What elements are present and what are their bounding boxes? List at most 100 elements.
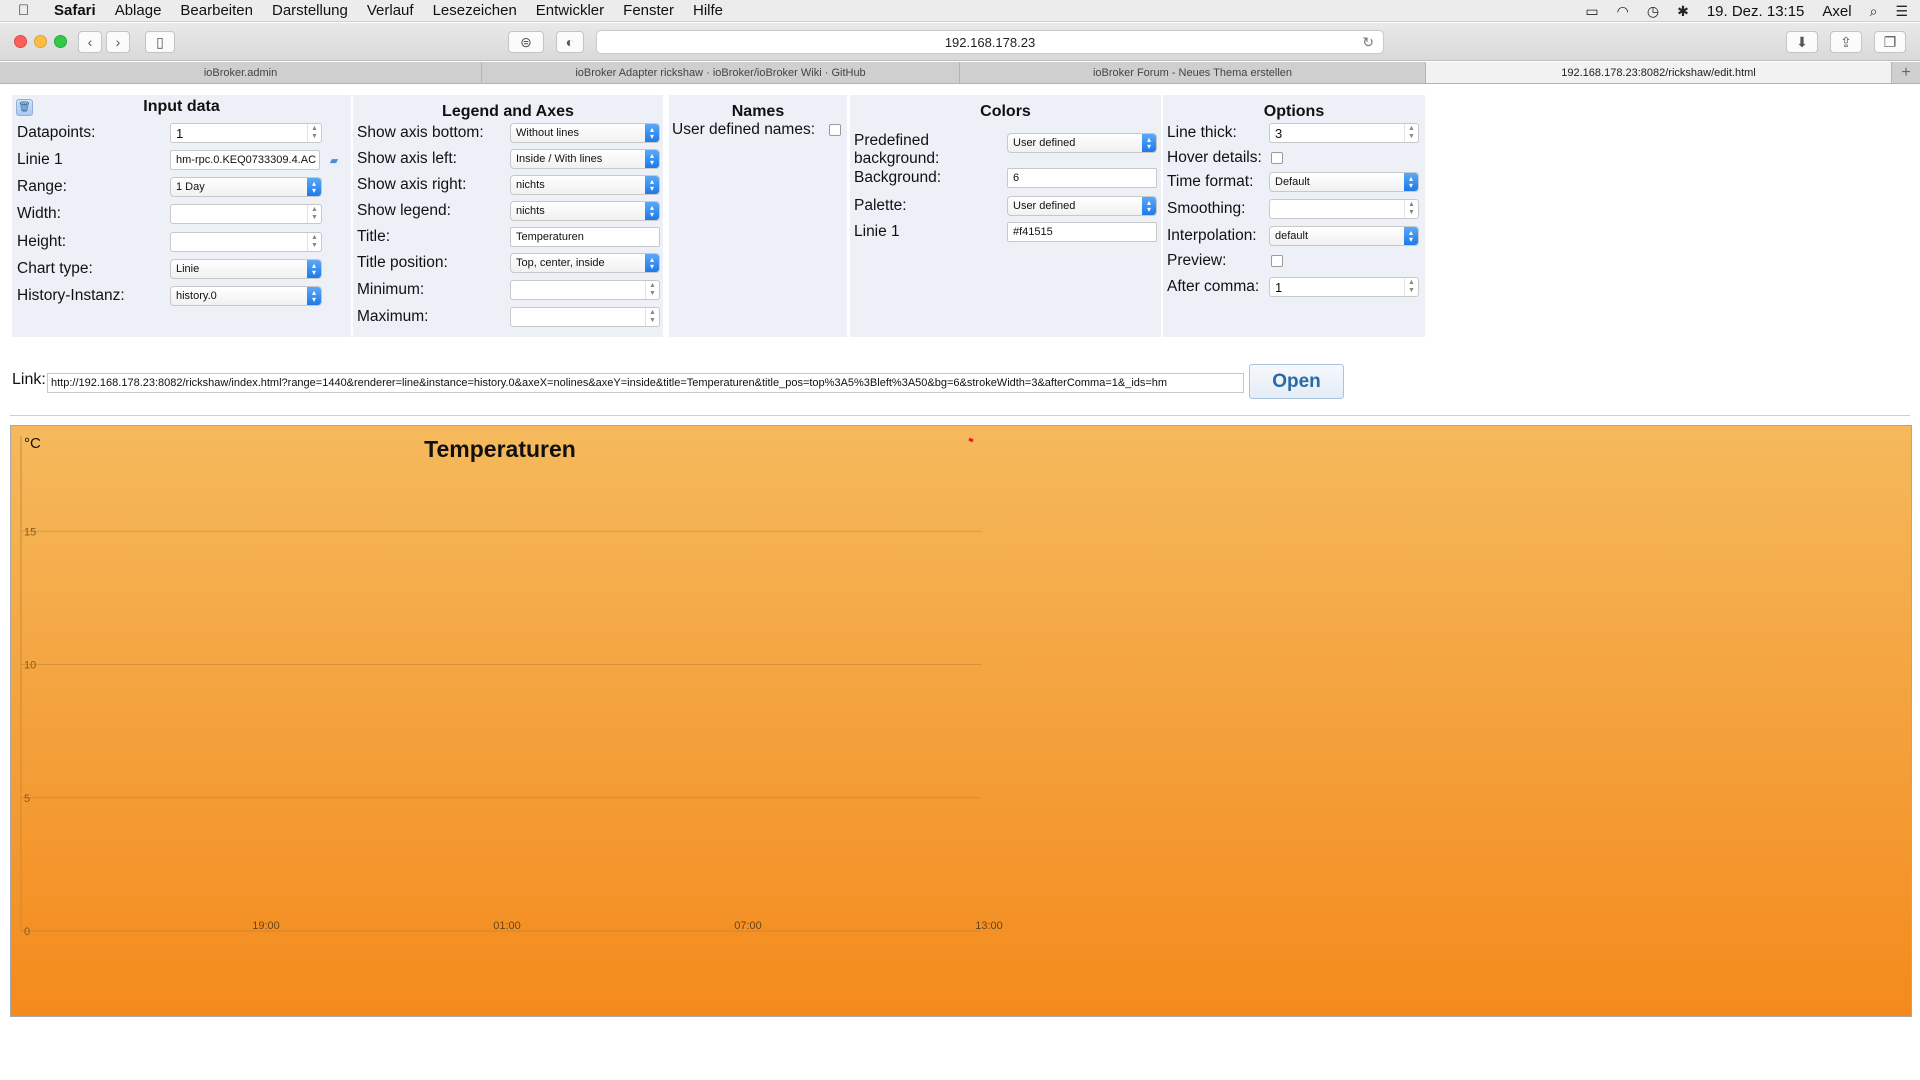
menu-user[interactable]: Axel: [1822, 3, 1851, 20]
height-input[interactable]: ▲ ▼: [170, 232, 322, 252]
open-button[interactable]: Open: [1249, 364, 1344, 399]
tab-github-wiki[interactable]: ioBroker Adapter rickshaw · ioBroker/ioB…: [482, 62, 960, 83]
menu-lesezeichen[interactable]: Lesezeichen: [433, 2, 517, 19]
menu-verlauf[interactable]: Verlauf: [367, 2, 414, 19]
datapoints-label: Datapoints:: [17, 124, 96, 141]
stepper-icon[interactable]: ▲ ▼: [645, 281, 659, 299]
menu-bearbeiten[interactable]: Bearbeiten: [180, 2, 253, 19]
title-input[interactable]: Temperaturen: [510, 227, 660, 247]
time-format-value: Default: [1275, 176, 1310, 188]
chevron-updown-icon: ▴ ▾: [645, 176, 659, 194]
predefined-value: User defined: [1013, 137, 1076, 149]
background-value: 6: [1013, 172, 1020, 184]
predefined-background-select[interactable]: User defined ▴ ▾: [1007, 133, 1157, 153]
chevron-updown-icon: ▴ ▾: [645, 150, 659, 168]
history-select[interactable]: history.0 ▴ ▾: [170, 286, 322, 306]
title-label: Title:: [357, 228, 391, 245]
minimum-input[interactable]: ▲ ▼: [510, 280, 660, 300]
preview-label: Preview:: [1167, 252, 1227, 269]
stepper-icon[interactable]: ▲ ▼: [307, 205, 321, 223]
privacy-button[interactable]: ◐: [556, 31, 584, 53]
x-tick-label: 01:00: [493, 920, 521, 932]
tab-iobroker-admin[interactable]: ioBroker.admin: [0, 62, 482, 83]
y-tick-label: 10: [24, 660, 36, 672]
plus-icon: +: [1901, 63, 1911, 81]
close-window-button[interactable]: [14, 35, 27, 48]
after-comma-input[interactable]: 1 ▲ ▼: [1269, 277, 1419, 297]
maximum-input[interactable]: ▲ ▼: [510, 307, 660, 327]
interpolation-select[interactable]: default ▴ ▾: [1269, 226, 1419, 246]
stepper-icon[interactable]: ▲ ▼: [1404, 278, 1418, 296]
stepper-icon[interactable]: ▲ ▼: [645, 308, 659, 326]
address-bar[interactable]: 192.168.178.23 ↻: [596, 30, 1384, 54]
stepper-icon[interactable]: ▲ ▼: [1404, 200, 1418, 218]
reload-icon[interactable]: ↻: [1362, 34, 1374, 51]
bluetooth-icon[interactable]: ✱: [1677, 3, 1689, 20]
downloads-button[interactable]: ⬇: [1786, 31, 1818, 53]
chevron-updown-icon: ▴ ▾: [307, 178, 321, 196]
background-input[interactable]: 6: [1007, 168, 1157, 188]
zoom-window-button[interactable]: [54, 35, 67, 48]
wifi-icon[interactable]: ◠: [1617, 3, 1629, 20]
y-unit-label: °C: [24, 435, 41, 452]
user-defined-names-checkbox[interactable]: [829, 124, 841, 136]
width-input[interactable]: ▲ ▼: [170, 204, 322, 224]
menu-ablage[interactable]: Ablage: [115, 2, 162, 19]
menu-entwickler[interactable]: Entwickler: [536, 2, 604, 19]
smoothing-input[interactable]: ▲ ▼: [1269, 199, 1419, 219]
share-button[interactable]: ⇪: [1830, 31, 1862, 53]
forward-button[interactable]: ›: [106, 31, 130, 53]
back-button[interactable]: ‹: [78, 31, 102, 53]
datapoints-input[interactable]: 1 ▲ ▼: [170, 123, 322, 143]
trash-button[interactable]: 🗑: [16, 99, 33, 116]
axis-left-select[interactable]: Inside / With lines ▴ ▾: [510, 149, 660, 169]
legend-select[interactable]: nichts ▴ ▾: [510, 201, 660, 221]
menu-hilfe[interactable]: Hilfe: [693, 2, 723, 19]
hover-details-checkbox[interactable]: [1271, 152, 1283, 164]
axis-left-label: Show axis left:: [357, 150, 457, 167]
spotlight-icon[interactable]: ⌕: [1870, 3, 1878, 20]
airplay-icon[interactable]: ▭: [1585, 3, 1598, 20]
menu-darstellung[interactable]: Darstellung: [272, 2, 348, 19]
notification-center-icon[interactable]: ☰: [1895, 3, 1908, 20]
chevron-updown-icon: ▴ ▾: [1142, 134, 1156, 152]
title-pos-select[interactable]: Top, center, inside ▴ ▾: [510, 253, 660, 273]
folder-icon[interactable]: ▰: [324, 152, 344, 168]
palette-select[interactable]: User defined ▴ ▾: [1007, 196, 1157, 216]
stepper-icon[interactable]: ▲ ▼: [307, 233, 321, 251]
menu-fenster[interactable]: Fenster: [623, 2, 674, 19]
new-tab-button[interactable]: +: [1892, 62, 1920, 83]
names-panel: Names User defined names:: [669, 95, 847, 337]
stepper-icon[interactable]: ▲ ▼: [307, 124, 321, 142]
preview-checkbox[interactable]: [1271, 255, 1283, 267]
apple-icon[interactable]: : [18, 2, 36, 19]
color-linie1-input[interactable]: #f41515: [1007, 222, 1157, 242]
line-thick-input[interactable]: 3 ▲ ▼: [1269, 123, 1419, 143]
range-select[interactable]: 1 Day ▴ ▾: [170, 177, 322, 197]
chevron-updown-icon: ▴ ▾: [307, 287, 321, 305]
menu-datetime[interactable]: 19. Dez. 13:15: [1707, 3, 1805, 20]
time-machine-icon[interactable]: ◷: [1647, 3, 1659, 20]
tab-rickshaw-edit[interactable]: 192.168.178.23:8082/rickshaw/edit.html: [1426, 62, 1892, 83]
palette-value: User defined: [1013, 200, 1076, 212]
tabs-icon: ❐: [1883, 33, 1897, 50]
address-text: 192.168.178.23: [944, 34, 1036, 50]
time-format-select[interactable]: Default ▴ ▾: [1269, 172, 1419, 192]
axis-right-select[interactable]: nichts ▴ ▾: [510, 175, 660, 195]
trash-icon: 🗑: [18, 102, 31, 113]
link-input[interactable]: http://192.168.178.23:8082/rickshaw/inde…: [47, 373, 1244, 393]
reader-button[interactable]: ⊜: [508, 31, 544, 53]
charttype-select[interactable]: Linie ▴ ▾: [170, 259, 322, 279]
tabs-overview-button[interactable]: ❐: [1874, 31, 1906, 53]
axis-bottom-select[interactable]: Without lines ▴ ▾: [510, 123, 660, 143]
download-icon: ⬇: [1796, 33, 1808, 50]
link-row: Link:: [12, 371, 46, 389]
tab-forum[interactable]: ioBroker Forum - Neues Thema erstellen: [960, 62, 1426, 83]
legend-axes-panel: Legend and Axes Show axis bottom: Withou…: [353, 95, 663, 337]
linie1-input[interactable]: hm-rpc.0.KEQ0733309.4.AC: [170, 150, 320, 170]
maximum-label: Maximum:: [357, 308, 429, 325]
sidebar-button[interactable]: ▯: [145, 31, 175, 53]
menu-app-safari[interactable]: Safari: [54, 2, 96, 19]
stepper-icon[interactable]: ▲ ▼: [1404, 124, 1418, 142]
minimize-window-button[interactable]: [34, 35, 47, 48]
